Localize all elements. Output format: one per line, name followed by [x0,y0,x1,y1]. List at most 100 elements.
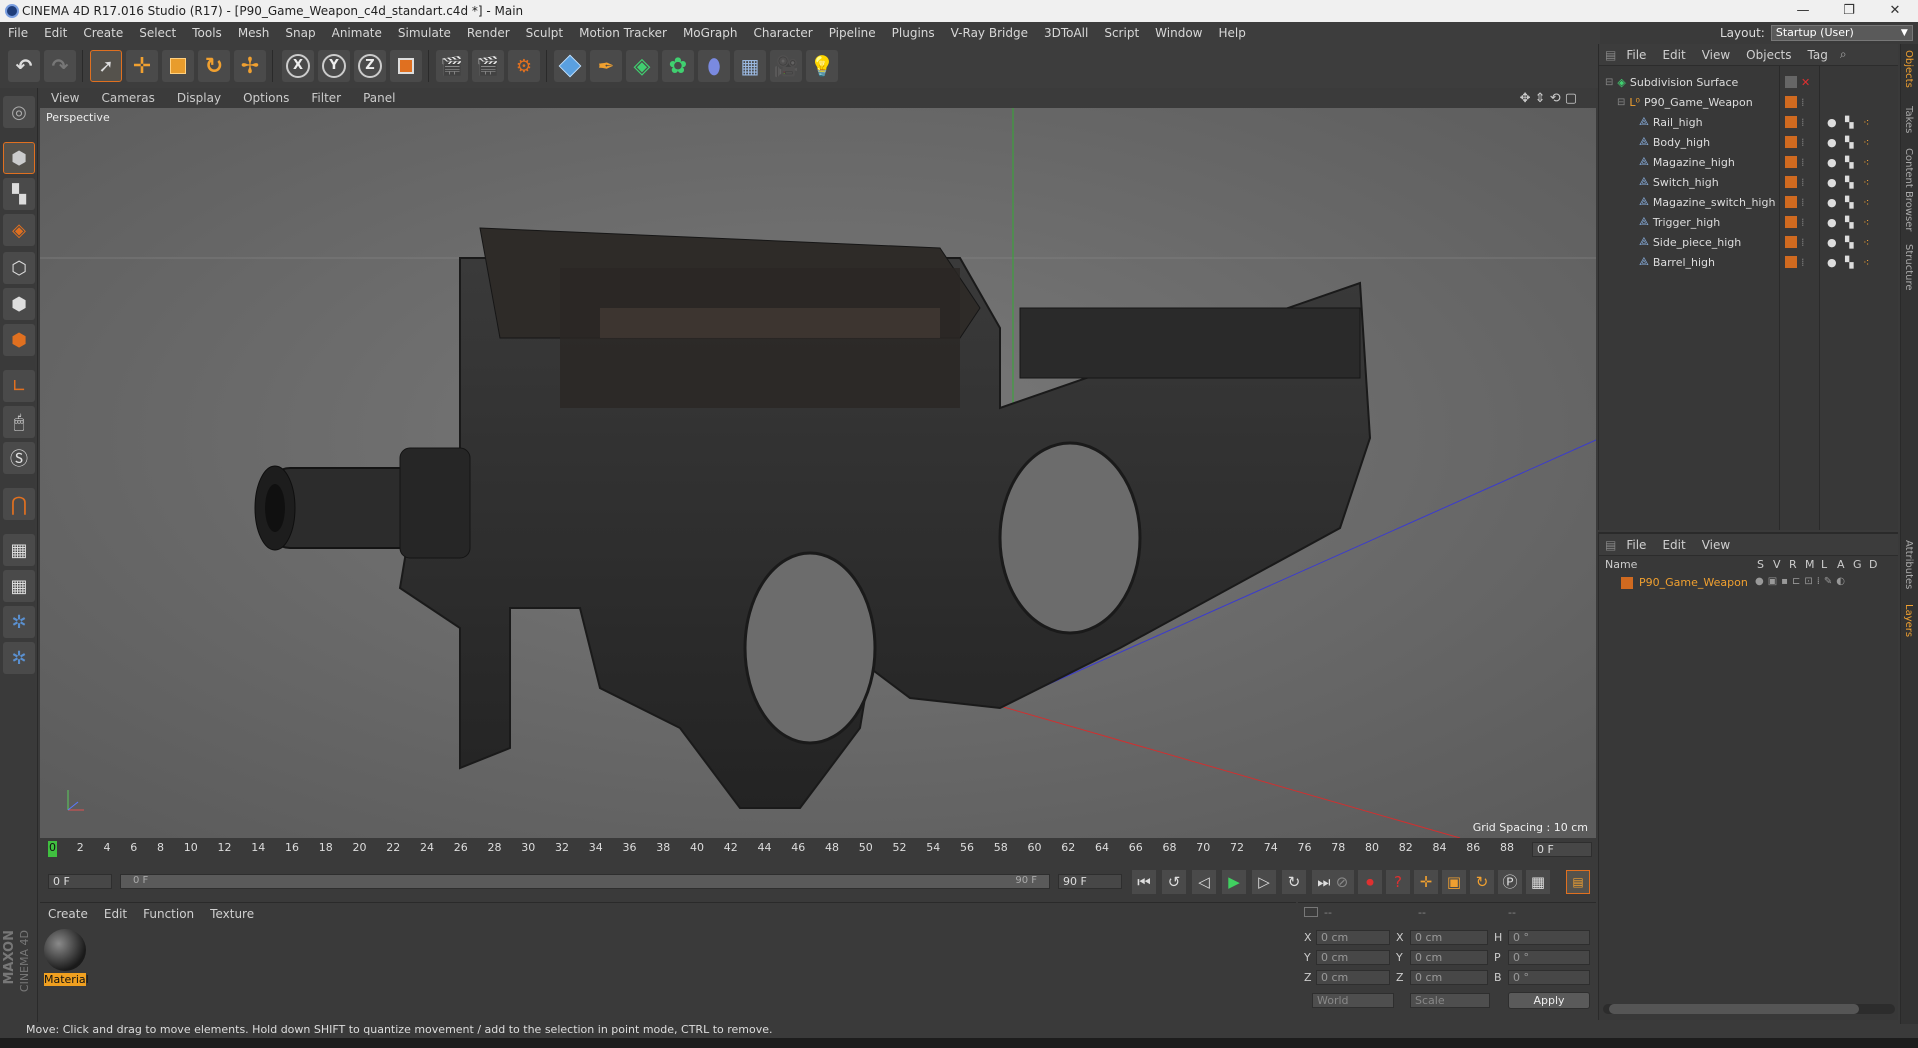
uvw-tag-icon[interactable]: ⁖ [1863,176,1869,189]
column-deformers[interactable]: D [1869,558,1877,571]
edges-mode-icon[interactable]: ⬢ [3,288,35,320]
autokey-icon[interactable]: ? [1386,870,1410,894]
render-view-icon[interactable]: 🎬 [436,50,468,82]
viewport-menu-filter[interactable]: Filter [300,91,352,105]
layers-menu-file[interactable]: File [1618,538,1654,552]
disabled-check-icon[interactable]: ✕ [1801,76,1810,89]
menu-mograph[interactable]: MoGraph [675,26,746,40]
menu-file[interactable]: File [0,26,36,40]
key-pla-icon[interactable]: ▦ [1526,870,1550,894]
next-key-icon[interactable]: ↻ [1282,870,1306,894]
uvw-tag-icon[interactable]: ⁖ [1863,116,1869,129]
spline-pen-icon[interactable]: ✒ [590,50,622,82]
visibility-dots-icon[interactable]: ⁞ [1801,216,1805,229]
object-row-magazine-switch-high[interactable]: ⟁ Magazine_switch_high ⁞ ● ▚ ⁖ [1599,192,1899,212]
tweak-mode-icon[interactable]: 🖱 [3,406,35,438]
texture-tag-icon[interactable]: ▚ [1845,136,1853,149]
frame-range-slider[interactable]: 0 F 90 F [120,874,1050,889]
layers-menu-view[interactable]: View [1694,538,1738,552]
size-y-field[interactable]: 0 cm [1410,950,1488,965]
objects-menu-tag[interactable]: Tag [1800,48,1836,62]
maximize-button[interactable]: ❐ [1826,0,1872,22]
phong-tag-icon[interactable]: ● [1827,196,1837,209]
layout-dropdown[interactable]: Startup (User) ▼ [1770,25,1913,41]
light-icon[interactable]: 💡 [806,50,838,82]
layer-color-icon[interactable] [1785,216,1797,228]
menu-tools[interactable]: Tools [184,26,230,40]
transform-tool-icon[interactable]: ✢ [234,50,266,82]
polygons-mode-icon[interactable]: ⬢ [3,324,35,356]
menu-simulate[interactable]: Simulate [390,26,459,40]
visibility-dots-icon[interactable]: ⁞ [1801,156,1805,169]
y-axis-lock-icon[interactable]: Y [318,50,350,82]
tab-attributes[interactable]: Attributes [1903,540,1914,589]
play-icon[interactable]: ▶ [1222,870,1246,894]
timeline-ruler[interactable]: 0 2 4 6 8 10 12 14 16 18 20 22 24 26 28 … [40,838,1596,862]
scale-mode-dropdown[interactable]: Scale [1410,993,1490,1008]
objects-menu-file[interactable]: File [1618,48,1654,62]
python-script-icon[interactable]: ✲ [3,642,35,674]
material-menu-texture[interactable]: Texture [202,907,262,921]
horizontal-scrollbar[interactable] [1603,1004,1895,1014]
rotate-tool-icon[interactable]: ↻ [198,50,230,82]
layer-color-icon[interactable] [1785,136,1797,148]
texture-tag-icon[interactable]: ▚ [1845,216,1853,229]
snap-icon[interactable]: ⋂ [3,488,35,520]
layer-toggle-icons[interactable]: ●▣▪⊏⊡⁞✎◐ [1755,576,1849,587]
size-z-field[interactable]: 0 cm [1410,970,1488,985]
texture-tag-icon[interactable]: ▚ [1845,116,1853,129]
texture-mode-icon[interactable]: ▚ [3,178,35,210]
column-name[interactable]: Name [1605,558,1637,571]
menu-script[interactable]: Script [1096,26,1147,40]
subdivision-surface-icon[interactable]: ◈ [626,50,658,82]
cube-primitive-icon[interactable] [554,50,586,82]
phong-tag-icon[interactable]: ● [1827,116,1837,129]
menu-help[interactable]: Help [1210,26,1253,40]
rotation-b-field[interactable]: 0 ° [1508,970,1590,985]
visibility-dots-icon[interactable]: ⁞ [1801,236,1805,249]
objects-menu-edit[interactable]: Edit [1654,48,1693,62]
menu-motion-tracker[interactable]: Motion Tracker [571,26,675,40]
layer-color-icon[interactable] [1785,236,1797,248]
tab-layers[interactable]: Layers [1903,604,1914,637]
column-visible[interactable]: V [1773,558,1781,571]
menu-animate[interactable]: Animate [324,26,390,40]
layer-color-icon[interactable] [1785,256,1797,268]
viewport-menu-options[interactable]: Options [232,91,300,105]
planar-workplane-icon[interactable]: ▦ [3,570,35,602]
object-row-barrel-high[interactable]: ⟁ Barrel_high ⁞ ● ▚ ⁖ [1599,252,1899,272]
layer-name[interactable]: P90_Game_Weapon [1639,576,1748,589]
texture-tag-icon[interactable]: ▚ [1845,256,1853,269]
viewport-menu-panel[interactable]: Panel [352,91,406,105]
material-menu-create[interactable]: Create [40,907,96,921]
object-row-body-high[interactable]: ⟁ Body_high ⁞ ● ▚ ⁖ [1599,132,1899,152]
object-row-subdivision-surface[interactable]: ⊟ ◈ Subdivision Surface ✕ [1599,72,1899,92]
uvw-tag-icon[interactable]: ⁖ [1863,196,1869,209]
live-selection-icon[interactable]: ➚ [90,50,122,82]
axis-mode-icon[interactable]: ∟ [3,370,35,402]
viewport-menu-display[interactable]: Display [166,91,232,105]
objects-menu-view[interactable]: View [1694,48,1738,62]
menu-mesh[interactable]: Mesh [230,26,278,40]
uvw-tag-icon[interactable]: ⁖ [1863,136,1869,149]
move-tool-icon[interactable]: ✛ [126,50,158,82]
start-frame-field[interactable]: 0 F [48,874,112,889]
python-icon[interactable]: ✲ [3,606,35,638]
viewport-navigation-icon[interactable]: ✥ ⇕ ⟲ ▢ [1509,91,1588,106]
menu-edit[interactable]: Edit [36,26,75,40]
layers-menu-edit[interactable]: Edit [1654,538,1693,552]
material-swatch[interactable]: Material [44,929,89,986]
redo-icon[interactable]: ↷ [44,50,76,82]
object-row-p90-game-weapon[interactable]: ⊟ L⁰ P90_Game_Weapon ⁞ [1599,92,1899,112]
render-settings-icon[interactable]: ⚙ [508,50,540,82]
undo-icon[interactable]: ↶ [8,50,40,82]
z-axis-lock-icon[interactable]: Z [354,50,386,82]
coordinate-system-icon[interactable] [390,50,422,82]
lock-workplane-icon[interactable]: ▦ [3,534,35,566]
key-position-icon[interactable]: ✛ [1414,870,1438,894]
column-animation[interactable]: A [1837,558,1845,571]
tab-content-browser[interactable]: Content Browser [1903,148,1914,231]
uvw-tag-icon[interactable]: ⁖ [1863,216,1869,229]
phong-tag-icon[interactable]: ● [1827,236,1837,249]
panel-grip-icon[interactable] [1304,907,1318,917]
